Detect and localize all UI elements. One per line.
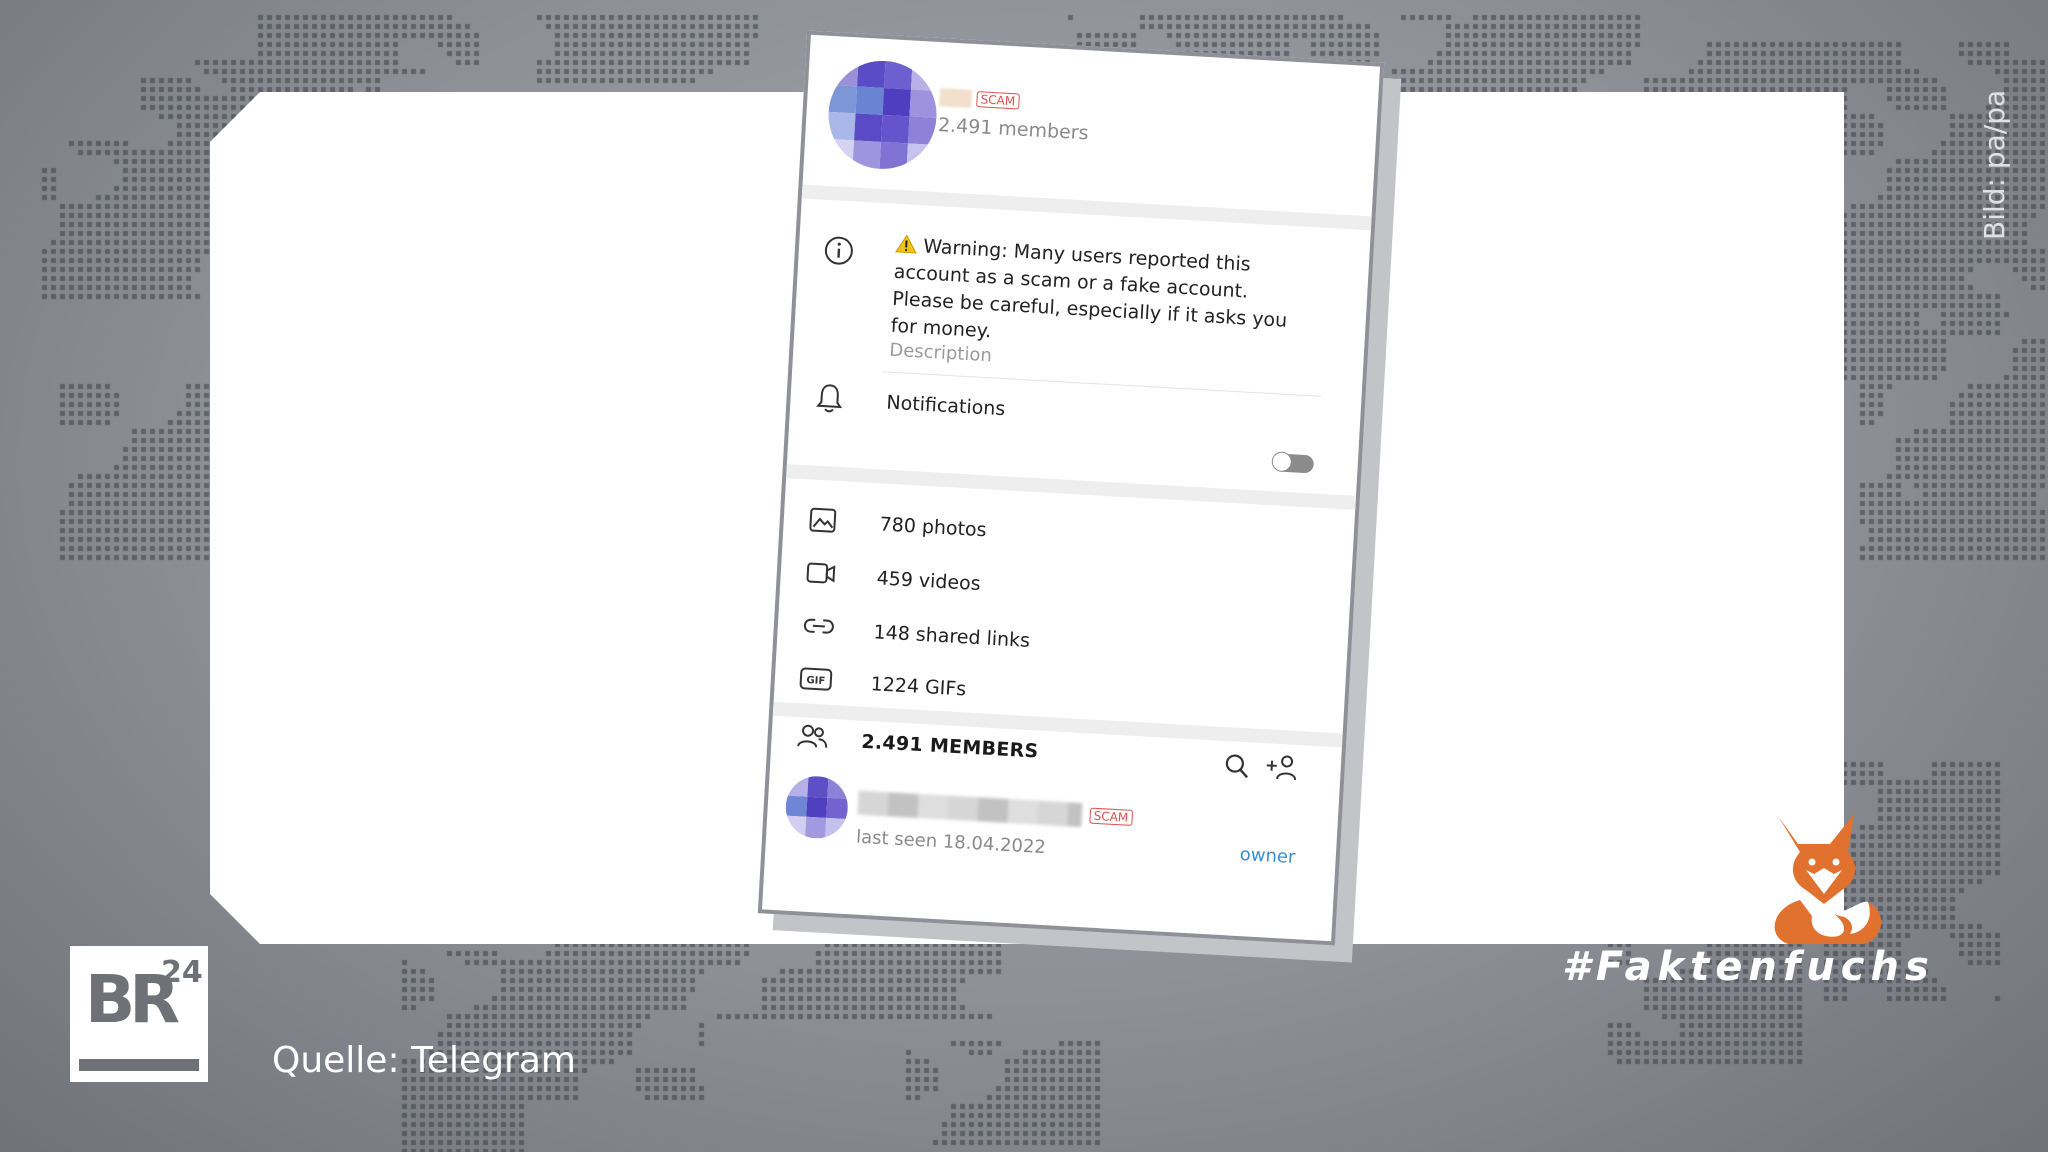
media-item-links[interactable]: 148 shared links (873, 621, 1031, 652)
photo-icon (809, 507, 837, 533)
bell-icon (816, 384, 843, 413)
link-icon (803, 618, 834, 634)
member-avatar[interactable] (784, 774, 850, 840)
warning-text: Warning: Many users reported this accoun… (890, 235, 1288, 343)
scam-badge: SCAM (976, 91, 1020, 110)
section-divider (786, 464, 1357, 510)
warning-icon (895, 234, 917, 254)
member-role: owner (1239, 844, 1296, 869)
fox-icon (1774, 814, 1882, 944)
member-last-seen: last seen 18.04.2022 (855, 826, 1047, 859)
section-divider (772, 701, 1343, 748)
members-count: 2.491 members (937, 114, 1090, 145)
br24-logo-number: 24 (161, 955, 203, 990)
description-label: Description (888, 339, 993, 367)
svg-text:GIF: GIF (806, 675, 825, 687)
notifications-toggle[interactable] (1273, 453, 1315, 474)
members-icon (797, 724, 828, 748)
br24-logo-bar (79, 1059, 199, 1071)
notifications-label: Notifications (885, 391, 1006, 421)
media-item-photos[interactable]: 780 photos (879, 513, 987, 541)
br24-logo: BR 24 (70, 946, 208, 1082)
member-scam-badge: SCAM (1089, 807, 1133, 826)
group-avatar[interactable] (825, 57, 940, 172)
search-icon[interactable] (1222, 751, 1252, 781)
media-item-gifs[interactable]: 1224 GIFs (870, 673, 967, 700)
video-icon (806, 562, 836, 584)
member-name-redacted (857, 790, 1083, 828)
add-member-icon[interactable] (1264, 751, 1300, 783)
media-item-videos[interactable]: 459 videos (876, 567, 981, 595)
members-heading: 2.491 MEMBERS (860, 730, 1040, 763)
section-divider (801, 184, 1372, 231)
group-name-row: SCAM (939, 86, 1020, 110)
divider (882, 371, 1322, 397)
image-credit: Bild: pa/pa (1978, 89, 2011, 240)
telegram-profile-screenshot: SCAM 2.491 members Warning: Many users r… (757, 30, 1385, 946)
group-name-redacted (939, 87, 973, 108)
gif-icon: GIF (799, 667, 833, 691)
faktenfuchs-hashtag: #Faktenfuchs (1562, 944, 1935, 990)
info-icon (824, 236, 853, 265)
source-caption: Quelle: Telegram (272, 1040, 576, 1081)
